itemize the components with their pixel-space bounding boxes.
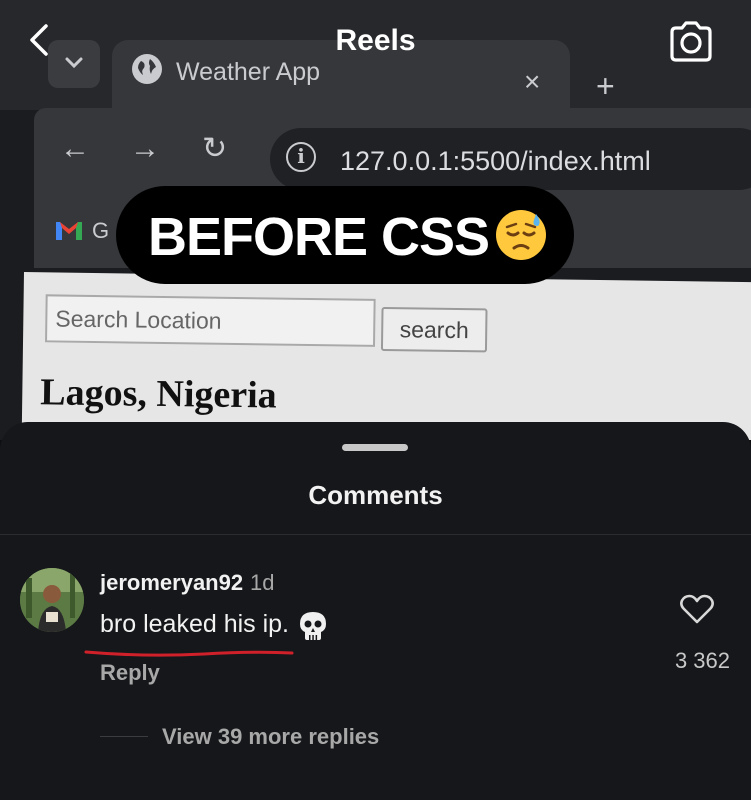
- caption-overlay: BEFORE CSS: [116, 186, 574, 284]
- sheet-drag-handle[interactable]: [342, 444, 408, 451]
- comment-username[interactable]: jeromeryan92: [100, 570, 243, 596]
- comments-title: Comments: [308, 480, 443, 510]
- info-icon: i: [286, 142, 316, 172]
- forward-arrow-icon: →: [130, 132, 160, 165]
- back-arrow-icon: ←: [60, 132, 90, 165]
- red-underline-annotation: [84, 650, 294, 657]
- gmail-icon: [56, 222, 82, 240]
- heart-icon[interactable]: [680, 594, 714, 624]
- city-heading: Lagos, Nigeria: [40, 371, 278, 417]
- divider: [0, 534, 751, 535]
- url-text: 127.0.0.1:5500/index.html: [340, 146, 651, 176]
- camera-icon[interactable]: [666, 20, 716, 64]
- page-title: Reels: [335, 24, 416, 57]
- comments-sheet: Comments jeromeryan92 1d bro leaked his …: [0, 422, 751, 800]
- reload-icon: ↻: [202, 132, 228, 165]
- webpage-content: search Lagos, Nigeria: [21, 272, 751, 440]
- reel-video[interactable]: Weather App × + ← → ↻ i 127.0.0.1:5500/i…: [0, 0, 751, 440]
- search-button: search: [380, 306, 488, 353]
- location-search-field: [45, 294, 376, 347]
- downcast-face-with-sweat-icon: [496, 210, 546, 260]
- like-count: 3 362: [674, 648, 730, 673]
- replies-divider-line: [100, 736, 148, 737]
- skull-icon: [300, 612, 326, 640]
- avatar[interactable]: [20, 568, 84, 632]
- view-replies-button[interactable]: View 39 more replies: [162, 724, 379, 750]
- address-bar: i 127.0.0.1:5500/index.html: [270, 128, 751, 190]
- caption-text: BEFORE CSS: [148, 207, 490, 267]
- bookmark-label: G: [92, 218, 110, 243]
- comment-text: bro leaked his ip.: [100, 610, 290, 638]
- location-search-input: [47, 296, 374, 345]
- reply-button[interactable]: Reply: [100, 660, 160, 686]
- reels-header: Reels: [0, 0, 751, 80]
- comment-time: 1d: [250, 570, 275, 595]
